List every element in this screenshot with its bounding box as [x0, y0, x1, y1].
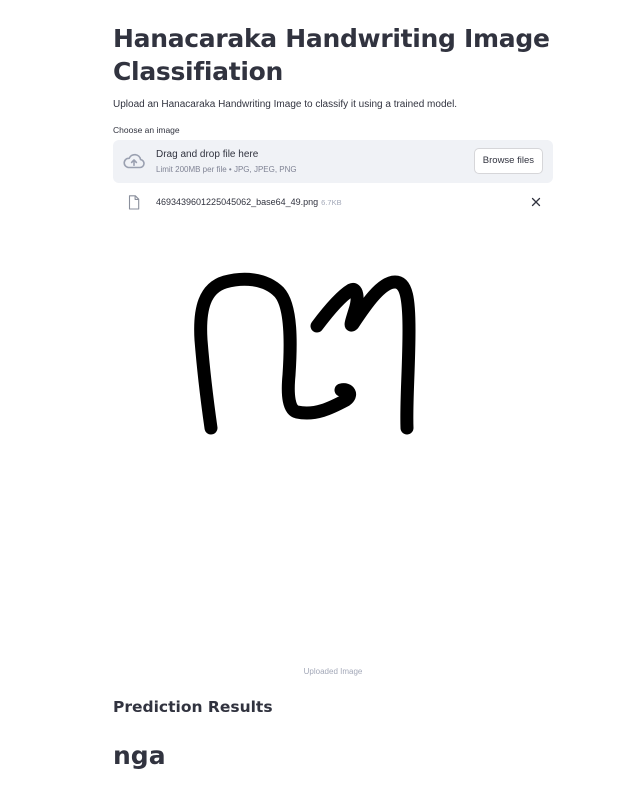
uploaded-file-row: 4693439601225045062_base64_49.png 6.7KB	[113, 193, 553, 213]
uploaded-file-name: 4693439601225045062_base64_49.png 6.7KB	[156, 196, 342, 209]
dropzone-limit: Limit 200MB per file • JPG, JPEG, PNG	[156, 165, 297, 174]
file-dropzone[interactable]: Drag and drop file here Limit 200MB per …	[113, 140, 553, 183]
uploader-label: Choose an image	[113, 125, 180, 135]
cloud-upload-icon	[122, 151, 146, 171]
page-title: Hanacaraka Handwriting Image Classifiati…	[113, 24, 550, 86]
uploaded-file-size: 6.7KB	[321, 198, 342, 207]
image-caption: Uploaded Image	[303, 667, 363, 676]
file-icon	[128, 195, 140, 210]
close-icon[interactable]	[529, 195, 543, 209]
uploaded-image	[143, 240, 523, 660]
page-description: Upload an Hanacaraka Handwriting Image t…	[113, 99, 458, 110]
app-page: Hanacaraka Handwriting Image Classifiati…	[0, 0, 617, 812]
file-name-text: 4693439601225045062_base64_49.png	[156, 197, 319, 207]
prediction-header: Prediction Results	[113, 698, 273, 716]
prediction-label: nga	[113, 741, 166, 770]
dropzone-title: Drag and drop file here	[156, 149, 259, 160]
browse-files-button[interactable]: Browse files	[473, 148, 543, 174]
